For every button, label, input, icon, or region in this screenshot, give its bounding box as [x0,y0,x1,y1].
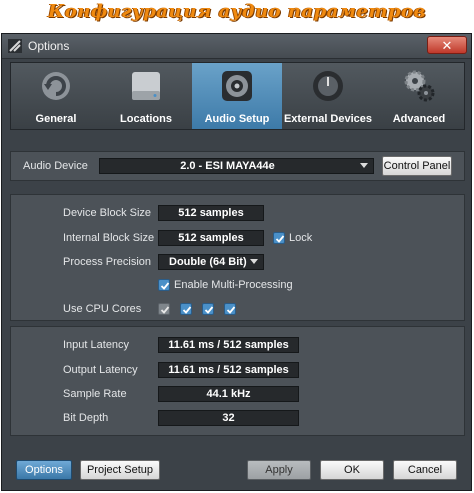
audio-device-select[interactable]: 2.0 - ESI MAYA44e [99,158,374,174]
tab-general[interactable]: General [11,63,101,129]
control-panel-button[interactable]: Control Panel [382,156,452,176]
check-icon [160,306,170,314]
refresh-icon [39,69,73,103]
cpu-core-4-checkbox[interactable] [224,303,236,315]
options-window: Options ✕ General Locations Audio Setup [1,33,472,491]
sample-rate-label: Sample Rate [63,388,127,400]
input-latency-value: 11.61 ms / 512 samples [158,337,299,353]
tab-external-devices[interactable]: External Devices [283,63,373,129]
knob-icon [311,69,345,103]
options-button[interactable]: Options [16,460,72,480]
internal-block-size-label: Internal Block Size [63,232,155,244]
tab-bar: General Locations Audio Setup External D… [10,62,465,130]
process-precision-select[interactable]: Double (64 Bit) [158,254,264,270]
tab-advanced[interactable]: Advanced [374,63,464,129]
tab-label: Advanced [392,113,446,125]
project-setup-button[interactable]: Project Setup [80,460,160,480]
latency-info-panel: Input Latency 11.61 ms / 512 samples Out… [10,326,465,436]
process-precision-value: Double (64 Bit) [169,256,247,268]
output-latency-value: 11.61 ms / 512 samples [158,362,299,378]
bit-depth-label: Bit Depth [63,412,109,424]
device-block-size-label: Device Block Size [63,207,152,219]
tab-audio-setup[interactable]: Audio Setup [192,63,282,129]
close-button[interactable]: ✕ [427,36,467,54]
title-bar[interactable]: Options ✕ [2,34,471,59]
cpu-cores-label: Use CPU Cores [63,303,142,315]
audio-device-panel: Audio Device 2.0 - ESI MAYA44e Control P… [10,151,465,181]
gears-icon [402,69,436,103]
processing-panel: Device Block Size 512 samples Internal B… [10,194,465,321]
tab-locations[interactable]: Locations [101,63,191,129]
cpu-core-2-checkbox[interactable] [180,303,192,315]
internal-block-size-field[interactable]: 512 samples [158,230,264,246]
multi-processing-label: Enable Multi-Processing [174,279,293,291]
audio-device-value: 2.0 - ESI MAYA44e [180,160,275,172]
process-precision-label: Process Precision [63,256,152,268]
app-icon [8,39,22,53]
sample-rate-value: 44.1 kHz [158,386,299,402]
tab-label: General [35,113,77,125]
page-caption: Конфигурация аудио параметров [48,1,426,22]
apply-button[interactable]: Apply [247,460,311,480]
lock-checkbox[interactable] [273,232,285,244]
chevron-down-icon [360,163,368,168]
cpu-core-1-checkbox [158,303,170,315]
multi-processing-checkbox[interactable] [158,279,170,291]
bit-depth-value: 32 [158,410,299,426]
chevron-down-icon [250,259,258,264]
tab-label: Locations [120,113,172,125]
check-icon [182,306,192,314]
cpu-core-3-checkbox[interactable] [202,303,214,315]
speaker-icon [220,69,254,103]
check-icon [204,306,214,314]
input-latency-label: Input Latency [63,339,130,351]
check-icon [160,282,170,290]
lock-label: Lock [289,232,313,244]
cancel-button[interactable]: Cancel [393,460,457,480]
audio-device-label: Audio Device [23,160,88,172]
check-icon [275,235,285,243]
output-latency-label: Output Latency [63,364,138,376]
tab-label: Audio Setup [204,113,270,125]
tab-label: External Devices [283,113,373,125]
device-block-size-field[interactable]: 512 samples [158,205,264,221]
drive-icon [129,69,163,103]
ok-button[interactable]: OK [320,460,384,480]
window-title: Options [28,39,70,53]
check-icon [226,306,236,314]
